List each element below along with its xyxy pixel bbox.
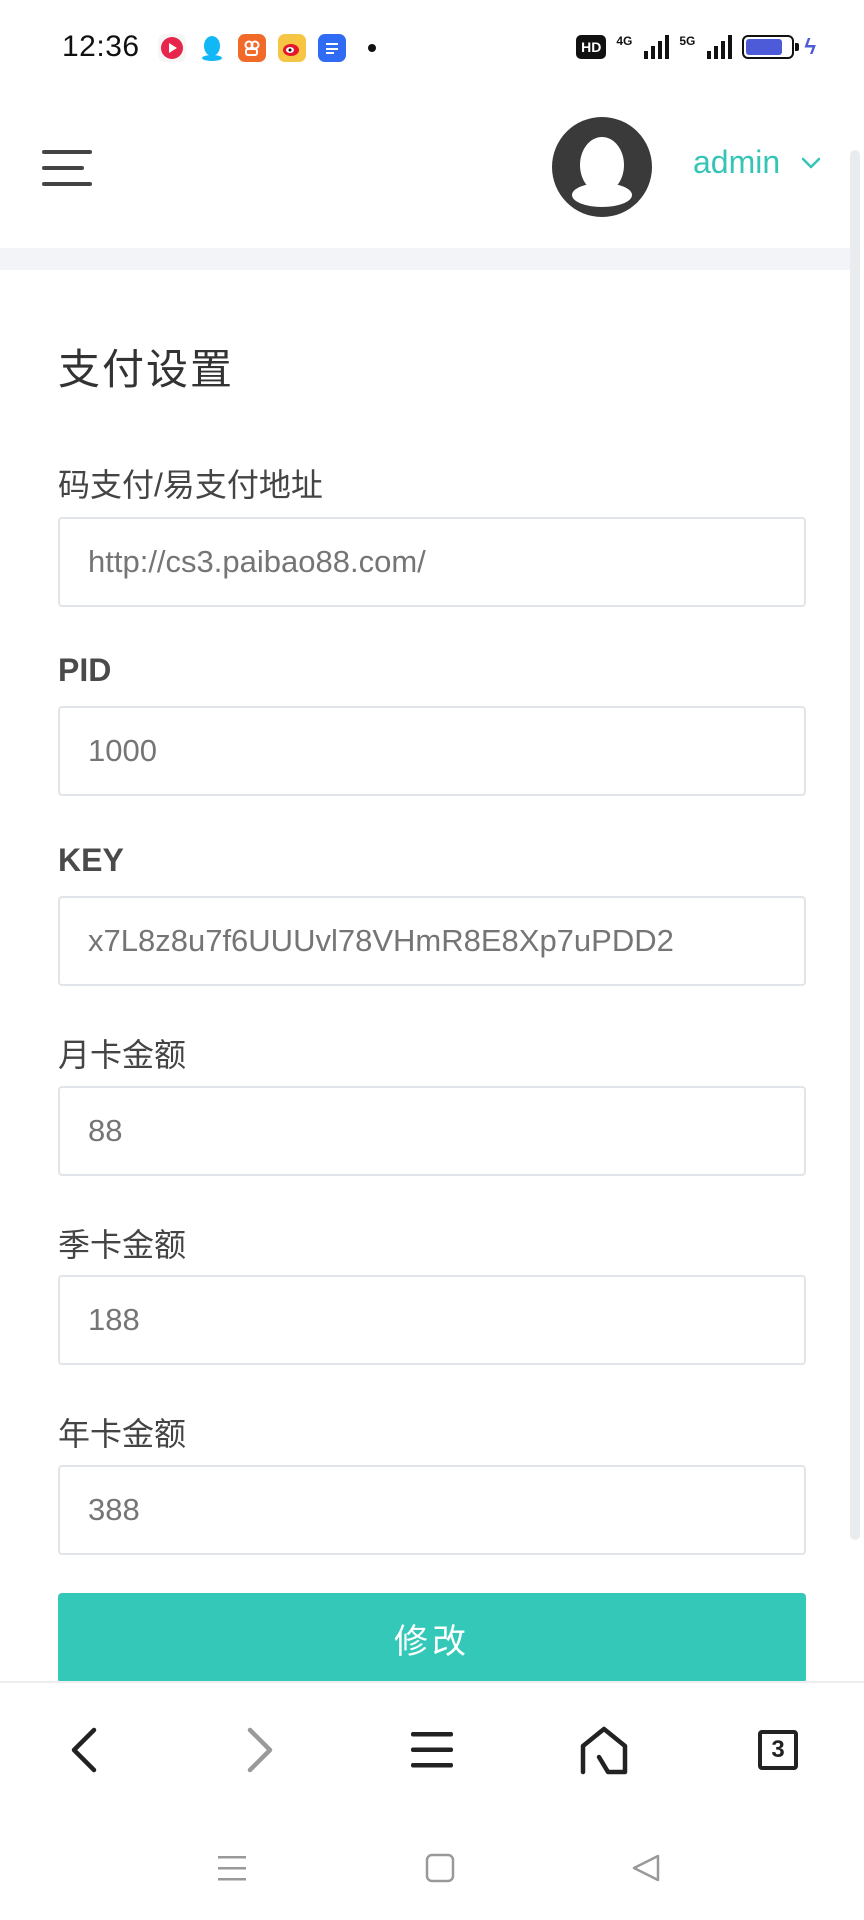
header-divider	[0, 248, 850, 270]
user-menu-name[interactable]: admin	[693, 144, 780, 181]
back-arrow-icon	[71, 1727, 97, 1773]
home-icon	[580, 1726, 628, 1775]
menu-lines-icon	[411, 1732, 453, 1768]
kuaishou-icon	[238, 34, 266, 62]
signal-icon-2	[707, 35, 733, 59]
net-label-4g: 4G	[616, 34, 633, 48]
more-notifications-dot-icon	[368, 44, 376, 52]
triangle-back-icon	[632, 1854, 660, 1882]
key-input[interactable]	[58, 896, 806, 986]
home-button[interactable]	[574, 1720, 634, 1780]
battery-level	[746, 39, 782, 55]
forward-button[interactable]	[230, 1720, 290, 1780]
chevron-down-icon[interactable]	[800, 152, 822, 174]
back-button[interactable]	[54, 1720, 114, 1780]
browser-menu-button[interactable]	[402, 1720, 462, 1780]
hd-voice-icon: HD	[576, 35, 607, 59]
recent-apps-button[interactable]	[212, 1848, 252, 1888]
system-home-button[interactable]	[420, 1848, 460, 1888]
field-label-pid: PID	[58, 652, 112, 688]
penguin-avatar-icon	[572, 137, 632, 207]
square-home-icon	[425, 1853, 455, 1883]
yearly-price-input[interactable]	[58, 1465, 806, 1555]
quarterly-price-input[interactable]	[58, 1275, 806, 1365]
notification-icons	[158, 34, 376, 62]
hamburger-menu-icon[interactable]	[42, 150, 92, 186]
qq-icon	[198, 34, 226, 62]
video-app-icon	[158, 34, 186, 62]
payment-url-input[interactable]	[58, 517, 806, 607]
system-status-icons: HD 4G 5G ϟ	[576, 34, 816, 60]
page-scrollbar[interactable]	[850, 150, 860, 1540]
battery-icon	[742, 35, 800, 59]
net-label-5g: 5G	[679, 34, 696, 48]
field-label-monthly-price: 月卡金额	[58, 1037, 187, 1073]
avatar[interactable]	[552, 117, 652, 217]
status-time: 12:36	[62, 30, 140, 63]
field-label-yearly-price: 年卡金额	[58, 1416, 187, 1452]
status-bar: 12:36 HD 4G 5G ϟ	[0, 0, 864, 100]
system-back-button[interactable]	[626, 1848, 666, 1888]
tab-count-badge: 3	[758, 1730, 798, 1770]
forward-arrow-icon	[247, 1727, 273, 1773]
weibo-icon	[278, 34, 306, 62]
signal-icon	[644, 35, 670, 59]
tabs-button[interactable]: 3	[748, 1720, 808, 1780]
field-label-key: KEY	[58, 842, 124, 878]
submit-button[interactable]: 修改	[58, 1593, 806, 1683]
pid-input[interactable]	[58, 706, 806, 796]
field-label-quarterly-price: 季卡金额	[58, 1227, 187, 1263]
field-label-payment-url: 码支付/易支付地址	[58, 467, 323, 503]
page-title: 支付设置	[58, 346, 235, 393]
smart-home-icon	[318, 34, 346, 62]
charging-icon: ϟ	[804, 34, 816, 59]
monthly-price-input[interactable]	[58, 1086, 806, 1176]
recent-apps-icon	[218, 1856, 246, 1881]
